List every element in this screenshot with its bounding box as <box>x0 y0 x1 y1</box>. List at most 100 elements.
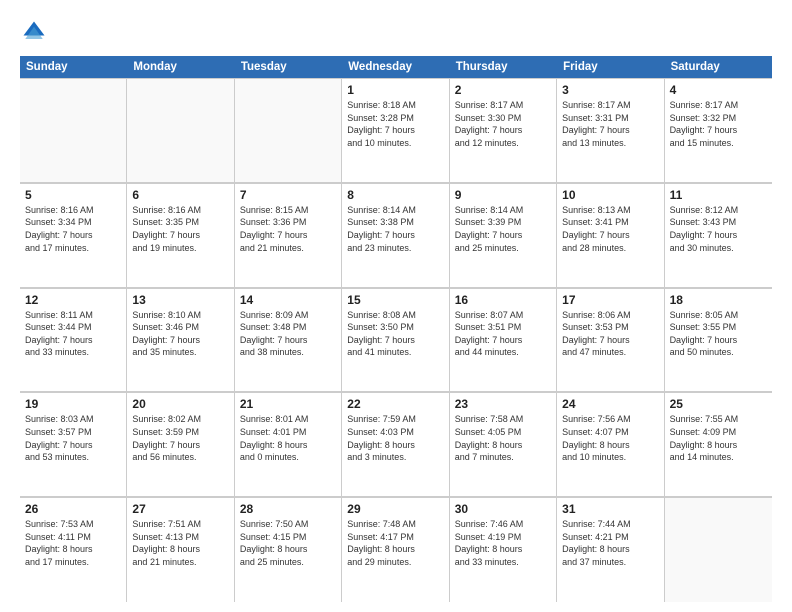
header-day: Friday <box>557 56 664 78</box>
cell-info: Sunrise: 8:17 AM Sunset: 3:31 PM Dayligh… <box>562 99 658 149</box>
day-number: 13 <box>132 293 228 307</box>
day-number: 11 <box>670 188 767 202</box>
cell-info: Sunrise: 8:09 AM Sunset: 3:48 PM Dayligh… <box>240 309 336 359</box>
cell-info: Sunrise: 8:10 AM Sunset: 3:46 PM Dayligh… <box>132 309 228 359</box>
header-day: Tuesday <box>235 56 342 78</box>
day-number: 20 <box>132 397 228 411</box>
page: SundayMondayTuesdayWednesdayThursdayFrid… <box>0 0 792 612</box>
calendar-cell: 23 Sunrise: 7:58 AM Sunset: 4:05 PM Dayli… <box>450 392 557 496</box>
cell-info: Sunrise: 8:18 AM Sunset: 3:28 PM Dayligh… <box>347 99 443 149</box>
day-number: 28 <box>240 502 336 516</box>
day-number: 27 <box>132 502 228 516</box>
day-number: 2 <box>455 83 551 97</box>
calendar-cell: 25Sunrise: 7:55 AM Sunset: 4:09 PM Dayli… <box>665 392 772 496</box>
day-number: 19 <box>25 397 121 411</box>
header <box>20 18 772 46</box>
day-number: 21 <box>240 397 336 411</box>
calendar-cell: 8Sunrise: 8:14 AM Sunset: 3:38 PM Daylig… <box>342 183 449 287</box>
calendar-cell: 18 Sunrise: 8:05 AM Sunset: 3:55 PM Dayli… <box>665 288 772 392</box>
cell-info: Sunrise: 7:51 AM Sunset: 4:13 PM Dayligh… <box>132 518 228 568</box>
cell-info: Sunrise: 8:16 AM Sunset: 3:35 PM Dayligh… <box>132 204 228 254</box>
calendar-cell: 20 Sunrise: 8:02 AM Sunset: 3:59 PM Dayli… <box>127 392 234 496</box>
calendar-cell: 11 Sunrise: 8:12 AM Sunset: 3:43 PM Dayli… <box>665 183 772 287</box>
day-number: 3 <box>562 83 658 97</box>
calendar-week: 26 Sunrise: 7:53 AM Sunset: 4:11 PM Dayli… <box>20 497 772 602</box>
day-number: 6 <box>132 188 228 202</box>
day-number: 23 <box>455 397 551 411</box>
calendar-cell: 3 Sunrise: 8:17 AM Sunset: 3:31 PM Daylig… <box>557 78 664 182</box>
header-day: Wednesday <box>342 56 449 78</box>
day-number: 24 <box>562 397 658 411</box>
header-day: Thursday <box>450 56 557 78</box>
calendar-cell: 22 Sunrise: 7:59 AM Sunset: 4:03 PM Dayli… <box>342 392 449 496</box>
day-number: 5 <box>25 188 121 202</box>
calendar-cell: 17 Sunrise: 8:06 AM Sunset: 3:53 PM Dayli… <box>557 288 664 392</box>
calendar-week: 19 Sunrise: 8:03 AM Sunset: 3:57 PM Dayli… <box>20 392 772 497</box>
day-number: 14 <box>240 293 336 307</box>
header-day: Sunday <box>20 56 127 78</box>
calendar-body: 1Sunrise: 8:18 AM Sunset: 3:28 PM Daylig… <box>20 78 772 602</box>
calendar-cell: 4Sunrise: 8:17 AM Sunset: 3:32 PM Daylig… <box>665 78 772 182</box>
calendar-cell: 6 Sunrise: 8:16 AM Sunset: 3:35 PM Daylig… <box>127 183 234 287</box>
cell-info: Sunrise: 8:12 AM Sunset: 3:43 PM Dayligh… <box>670 204 767 254</box>
cell-info: Sunrise: 8:16 AM Sunset: 3:34 PM Dayligh… <box>25 204 121 254</box>
calendar-cell: 7Sunrise: 8:15 AM Sunset: 3:36 PM Daylig… <box>235 183 342 287</box>
cell-info: Sunrise: 7:48 AM Sunset: 4:17 PM Dayligh… <box>347 518 443 568</box>
calendar-cell: 15 Sunrise: 8:08 AM Sunset: 3:50 PM Dayli… <box>342 288 449 392</box>
header-day: Monday <box>127 56 234 78</box>
cell-info: Sunrise: 8:07 AM Sunset: 3:51 PM Dayligh… <box>455 309 551 359</box>
calendar-cell: 24 Sunrise: 7:56 AM Sunset: 4:07 PM Dayli… <box>557 392 664 496</box>
cell-info: Sunrise: 7:55 AM Sunset: 4:09 PM Dayligh… <box>670 413 767 463</box>
logo <box>20 18 52 46</box>
cell-info: Sunrise: 7:46 AM Sunset: 4:19 PM Dayligh… <box>455 518 551 568</box>
calendar-cell: 29 Sunrise: 7:48 AM Sunset: 4:17 PM Dayli… <box>342 497 449 602</box>
day-number: 17 <box>562 293 658 307</box>
header-day: Saturday <box>665 56 772 78</box>
calendar-week: 12Sunrise: 8:11 AM Sunset: 3:44 PM Dayli… <box>20 288 772 393</box>
day-number: 15 <box>347 293 443 307</box>
calendar-week: 5 Sunrise: 8:16 AM Sunset: 3:34 PM Daylig… <box>20 183 772 288</box>
calendar-cell: 16 Sunrise: 8:07 AM Sunset: 3:51 PM Dayli… <box>450 288 557 392</box>
cell-info: Sunrise: 8:08 AM Sunset: 3:50 PM Dayligh… <box>347 309 443 359</box>
cell-info: Sunrise: 7:56 AM Sunset: 4:07 PM Dayligh… <box>562 413 658 463</box>
day-number: 22 <box>347 397 443 411</box>
day-number: 9 <box>455 188 551 202</box>
cell-info: Sunrise: 8:03 AM Sunset: 3:57 PM Dayligh… <box>25 413 121 463</box>
day-number: 10 <box>562 188 658 202</box>
calendar-cell: 5 Sunrise: 8:16 AM Sunset: 3:34 PM Daylig… <box>20 183 127 287</box>
calendar-cell <box>20 78 127 182</box>
cell-info: Sunrise: 8:17 AM Sunset: 3:32 PM Dayligh… <box>670 99 767 149</box>
day-number: 26 <box>25 502 121 516</box>
calendar-cell: 19 Sunrise: 8:03 AM Sunset: 3:57 PM Dayli… <box>20 392 127 496</box>
cell-info: Sunrise: 7:58 AM Sunset: 4:05 PM Dayligh… <box>455 413 551 463</box>
logo-icon <box>20 18 48 46</box>
cell-info: Sunrise: 7:53 AM Sunset: 4:11 PM Dayligh… <box>25 518 121 568</box>
calendar: SundayMondayTuesdayWednesdayThursdayFrid… <box>20 56 772 602</box>
cell-info: Sunrise: 8:11 AM Sunset: 3:44 PM Dayligh… <box>25 309 121 359</box>
cell-info: Sunrise: 8:05 AM Sunset: 3:55 PM Dayligh… <box>670 309 767 359</box>
day-number: 29 <box>347 502 443 516</box>
calendar-cell: 27 Sunrise: 7:51 AM Sunset: 4:13 PM Dayli… <box>127 497 234 602</box>
calendar-cell: 9 Sunrise: 8:14 AM Sunset: 3:39 PM Daylig… <box>450 183 557 287</box>
cell-info: Sunrise: 8:14 AM Sunset: 3:39 PM Dayligh… <box>455 204 551 254</box>
cell-info: Sunrise: 8:06 AM Sunset: 3:53 PM Dayligh… <box>562 309 658 359</box>
cell-info: Sunrise: 8:14 AM Sunset: 3:38 PM Dayligh… <box>347 204 443 254</box>
calendar-cell: 26 Sunrise: 7:53 AM Sunset: 4:11 PM Dayli… <box>20 497 127 602</box>
calendar-cell: 28Sunrise: 7:50 AM Sunset: 4:15 PM Dayli… <box>235 497 342 602</box>
day-number: 7 <box>240 188 336 202</box>
cell-info: Sunrise: 7:59 AM Sunset: 4:03 PM Dayligh… <box>347 413 443 463</box>
cell-info: Sunrise: 8:01 AM Sunset: 4:01 PM Dayligh… <box>240 413 336 463</box>
calendar-cell <box>127 78 234 182</box>
calendar-cell: 1Sunrise: 8:18 AM Sunset: 3:28 PM Daylig… <box>342 78 449 182</box>
calendar-cell <box>665 497 772 602</box>
cell-info: Sunrise: 8:13 AM Sunset: 3:41 PM Dayligh… <box>562 204 658 254</box>
calendar-cell: 12Sunrise: 8:11 AM Sunset: 3:44 PM Dayli… <box>20 288 127 392</box>
cell-info: Sunrise: 8:02 AM Sunset: 3:59 PM Dayligh… <box>132 413 228 463</box>
calendar-week: 1Sunrise: 8:18 AM Sunset: 3:28 PM Daylig… <box>20 78 772 183</box>
cell-info: Sunrise: 8:17 AM Sunset: 3:30 PM Dayligh… <box>455 99 551 149</box>
calendar-cell: 30Sunrise: 7:46 AM Sunset: 4:19 PM Dayli… <box>450 497 557 602</box>
calendar-cell <box>235 78 342 182</box>
calendar-cell: 21 Sunrise: 8:01 AM Sunset: 4:01 PM Dayli… <box>235 392 342 496</box>
day-number: 16 <box>455 293 551 307</box>
day-number: 18 <box>670 293 767 307</box>
